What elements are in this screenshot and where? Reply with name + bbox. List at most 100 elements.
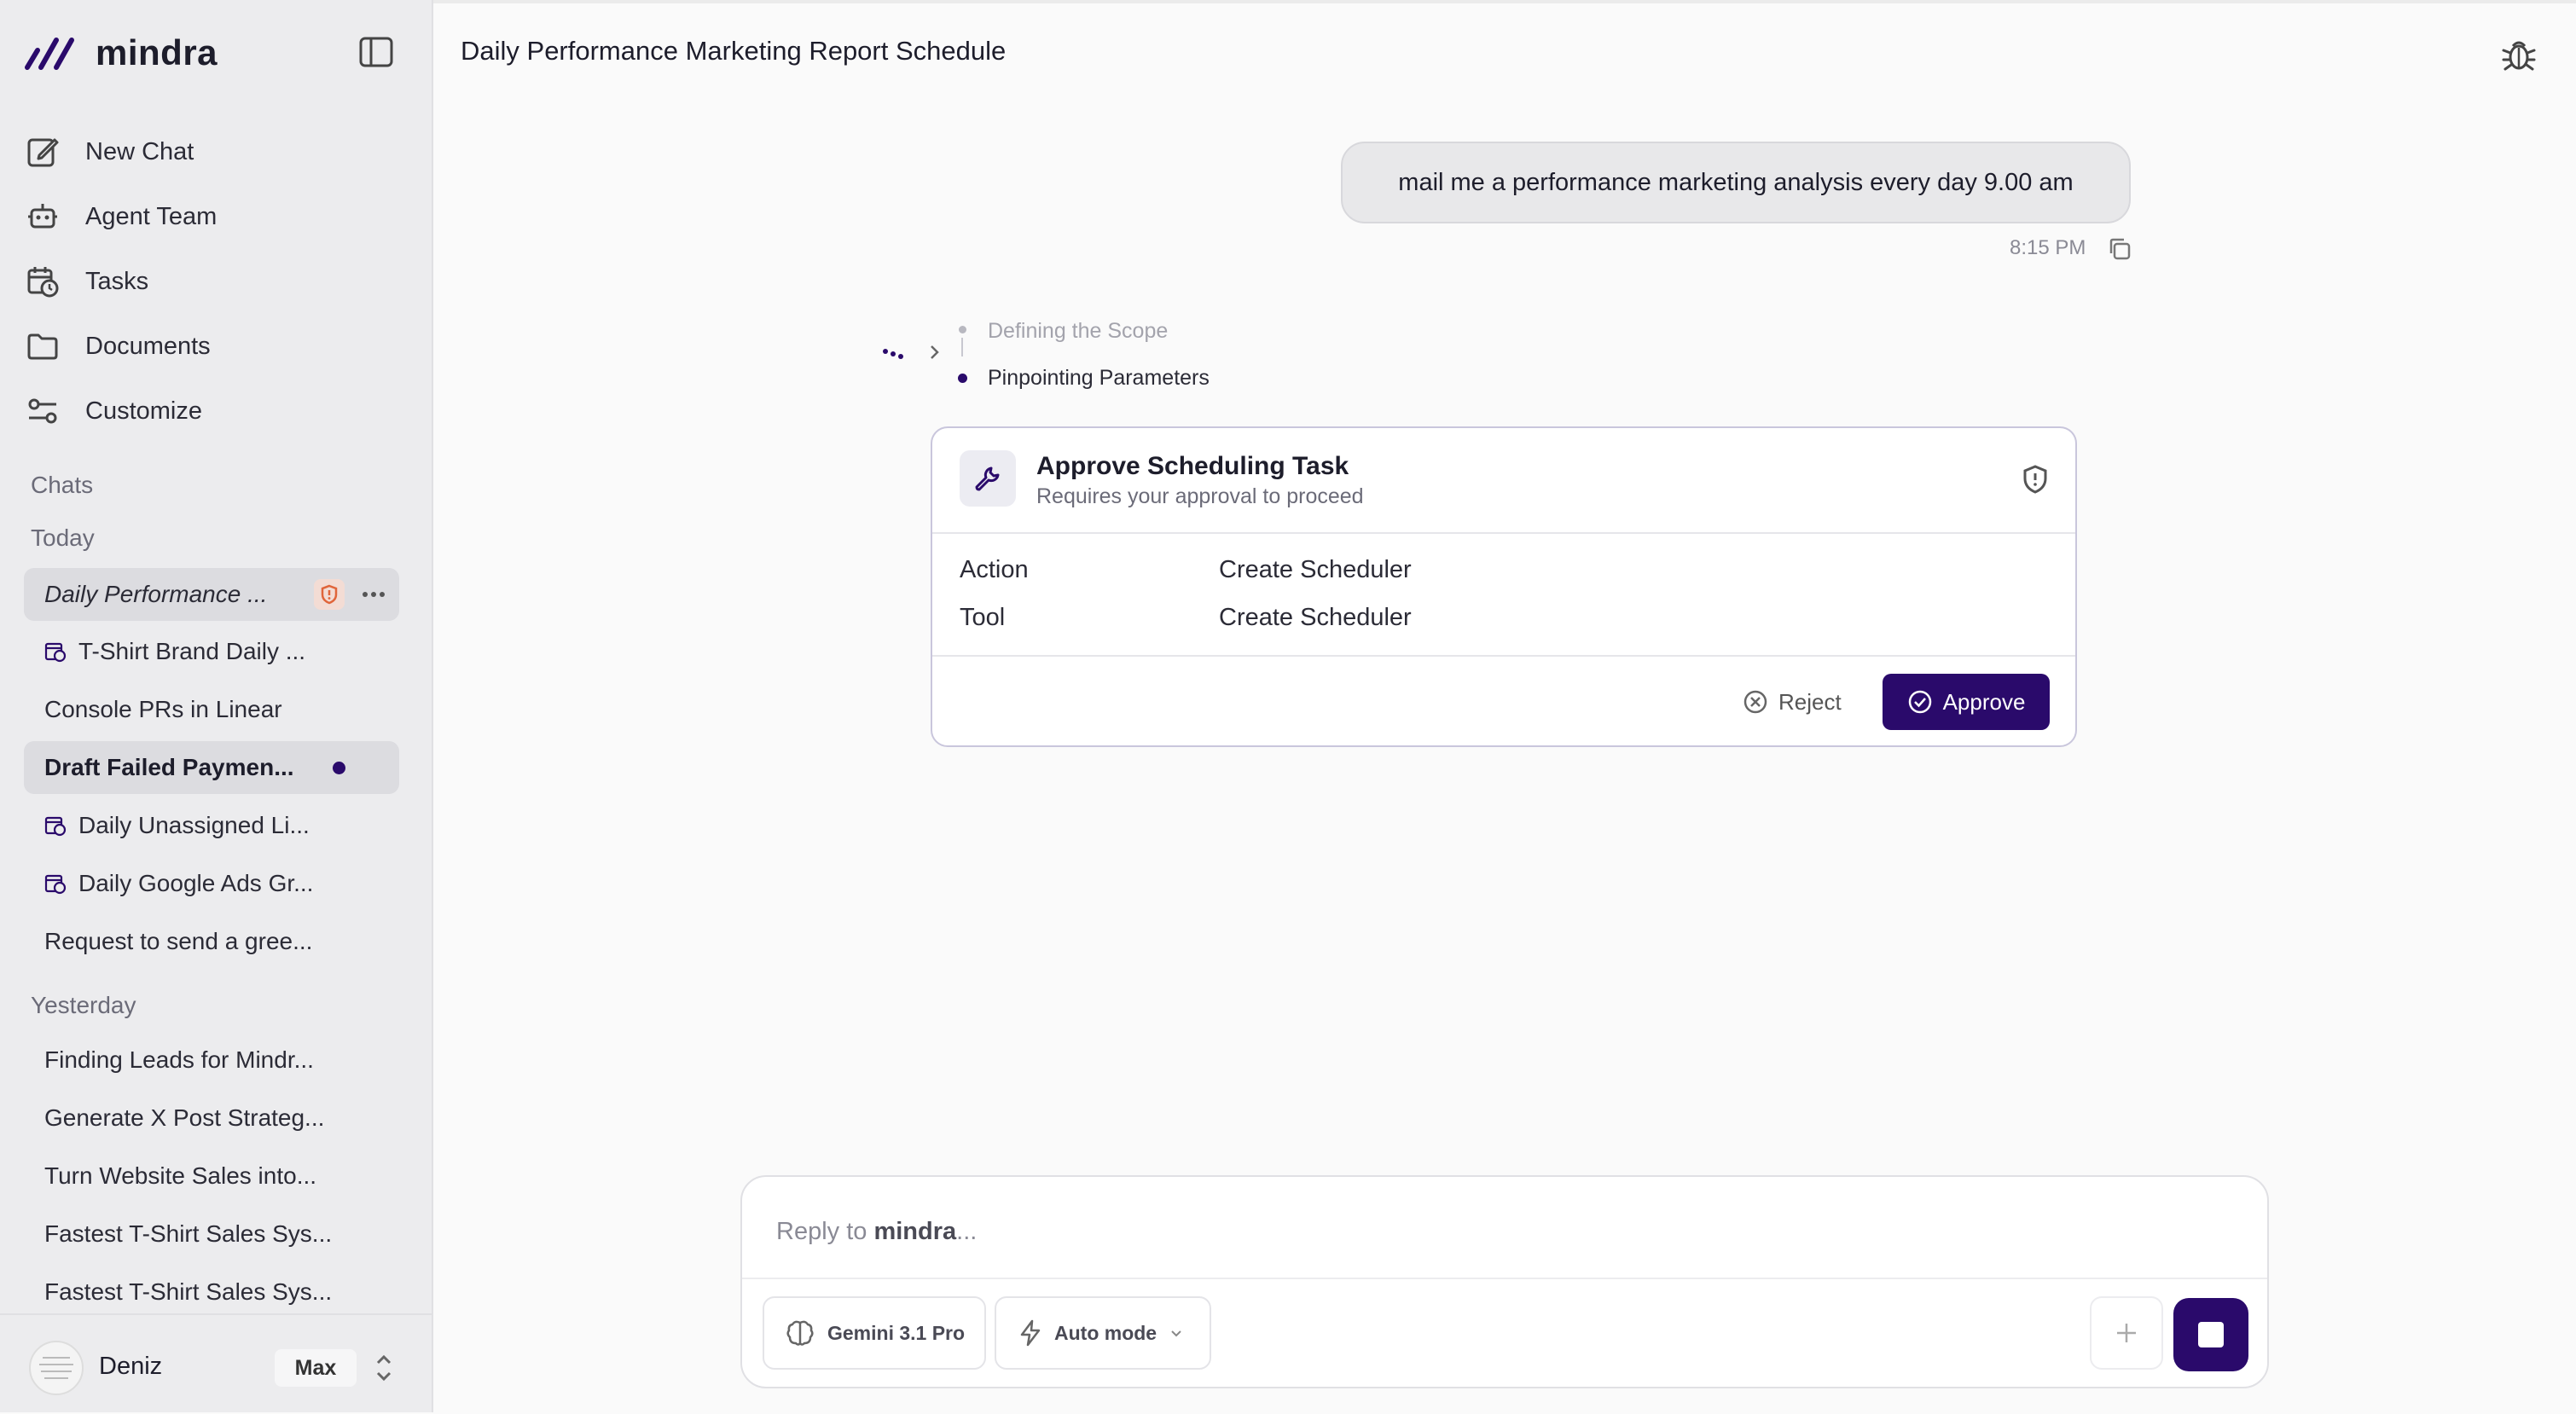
chat-title: Draft Failed Paymen... xyxy=(44,754,294,780)
composer-divider xyxy=(742,1278,2267,1279)
reply-input[interactable]: Reply to mindra... xyxy=(776,1218,977,1246)
nav-tasks[interactable]: Tasks xyxy=(26,249,217,314)
thinking-step-current: Pinpointing Parameters xyxy=(988,366,1210,390)
scheduled-task-icon xyxy=(44,642,67,663)
user-name: Deniz xyxy=(99,1353,163,1380)
reject-button[interactable]: Reject xyxy=(1743,682,1842,721)
approval-card: Approve Scheduling Task Requires your ap… xyxy=(931,426,2077,747)
nav-new-chat[interactable]: New Chat xyxy=(26,119,217,184)
sidebar-toggle-icon[interactable] xyxy=(358,36,394,68)
chevron-up-down-icon xyxy=(376,1354,392,1382)
mode-label: Auto mode xyxy=(1054,1321,1157,1344)
bug-report-icon[interactable] xyxy=(2499,34,2538,73)
wrench-icon xyxy=(975,467,1000,491)
folder-icon xyxy=(27,333,58,360)
chat-item[interactable]: Console PRs in Linear xyxy=(24,683,399,736)
nav-customize[interactable]: Customize xyxy=(26,379,217,443)
chevron-down-icon xyxy=(1171,1330,1181,1337)
yesterday-heading: Yesterday xyxy=(31,992,136,1018)
scheduled-task-icon xyxy=(44,874,67,895)
chat-item-active[interactable]: Daily Performance ... xyxy=(24,568,399,621)
chat-title: Daily Performance ... xyxy=(44,581,268,607)
avatar xyxy=(29,1341,84,1395)
mindra-logo-icon xyxy=(25,38,74,70)
scheduled-task-icon xyxy=(44,816,67,837)
plus-icon xyxy=(2117,1324,2136,1342)
chat-item[interactable]: Daily Google Ads Gr... xyxy=(24,857,399,910)
x-circle-icon xyxy=(1743,690,1767,714)
bolt-icon xyxy=(1020,1319,1041,1347)
chat-item[interactable]: Finding Leads for Mindr... xyxy=(24,1034,399,1087)
chat-item[interactable]: Turn Website Sales into... xyxy=(24,1150,399,1202)
unread-dot xyxy=(333,762,345,774)
chat-title: Finding Leads for Mindr... xyxy=(44,1046,314,1073)
thinking-step: Defining the Scope xyxy=(988,319,1169,343)
user-message-bubble: mail me a performance marketing analysis… xyxy=(1341,142,2131,223)
user-menu[interactable]: Deniz Max xyxy=(0,1313,432,1414)
mode-selector[interactable]: Auto mode xyxy=(995,1296,1211,1370)
nav-label: Documents xyxy=(85,332,211,360)
today-heading: Today xyxy=(31,524,95,551)
nav-label: Tasks xyxy=(85,267,149,295)
main-nav: New Chat Agent Team Tasks Documents Cust… xyxy=(26,119,217,443)
approval-subtitle: Requires your approval to proceed xyxy=(1036,484,1364,508)
chat-item[interactable]: Fastest T-Shirt Sales Sys... xyxy=(24,1266,399,1318)
approval-row-value: Create Scheduler xyxy=(1219,556,1412,583)
chat-title: Turn Website Sales into... xyxy=(44,1162,317,1189)
plan-badge: Max xyxy=(275,1349,357,1387)
brain-icon xyxy=(786,1320,814,1346)
app-name: mindra xyxy=(96,32,218,72)
nav-label: New Chat xyxy=(85,137,194,165)
approval-row-key: Tool xyxy=(960,604,1006,631)
pending-approval-badge xyxy=(314,579,345,610)
approval-row-key: Action xyxy=(960,556,1029,583)
approve-label: Approve xyxy=(1942,688,2026,715)
chat-item-unread[interactable]: Draft Failed Paymen... xyxy=(24,741,399,794)
nav-agent-team[interactable]: Agent Team xyxy=(26,184,217,249)
nav-documents[interactable]: Documents xyxy=(26,314,217,379)
sidebar: mindra New Chat Agent Team Tasks Documen… xyxy=(0,0,433,1412)
check-circle-icon xyxy=(1908,690,1931,714)
approval-divider xyxy=(932,655,2075,657)
chat-title: Fastest T-Shirt Sales Sys... xyxy=(44,1220,333,1247)
approval-card-header: Approve Scheduling Task Requires your ap… xyxy=(932,428,2075,534)
chat-title: Daily Google Ads Gr... xyxy=(78,870,314,896)
step-dot-current xyxy=(958,374,967,383)
nav-label: Customize xyxy=(85,397,202,425)
more-options-icon[interactable] xyxy=(358,582,389,607)
chat-item[interactable]: Fastest T-Shirt Sales Sys... xyxy=(24,1208,399,1260)
chat-title: Generate X Post Strateg... xyxy=(44,1104,325,1131)
approve-button[interactable]: Approve xyxy=(1883,674,2050,730)
message-composer: Reply to mindra... Gemini 3.1 Pro Auto m… xyxy=(740,1175,2269,1388)
chat-title: T-Shirt Brand Daily ... xyxy=(78,638,306,664)
reject-label: Reject xyxy=(1778,688,1842,715)
step-dot xyxy=(959,326,966,333)
conversation-title: Daily Performance Marketing Report Sched… xyxy=(461,36,1007,66)
sliders-icon xyxy=(28,398,57,424)
chat-title: Console PRs in Linear xyxy=(44,696,282,722)
model-selector[interactable]: Gemini 3.1 Pro xyxy=(763,1296,986,1370)
tool-icon-box xyxy=(960,450,1016,507)
thinking-indicator-icon xyxy=(882,338,908,371)
chat-title: Fastest T-Shirt Sales Sys... xyxy=(44,1278,333,1305)
attach-button[interactable] xyxy=(2090,1296,2163,1370)
approval-row-value: Create Scheduler xyxy=(1219,604,1412,631)
nav-label: Agent Team xyxy=(85,202,218,230)
shield-alert-icon xyxy=(2023,465,2047,494)
step-connector xyxy=(961,338,963,356)
robot-icon xyxy=(28,204,57,229)
message-timestamp: 8:15 PM xyxy=(2010,236,2086,259)
chat-item[interactable]: Request to send a gree... xyxy=(24,915,399,968)
calendar-clock-icon xyxy=(27,267,59,298)
stop-icon xyxy=(2198,1322,2224,1347)
chat-item[interactable]: Generate X Post Strateg... xyxy=(24,1092,399,1145)
stop-button[interactable] xyxy=(2173,1298,2248,1371)
chats-heading: Chats xyxy=(31,472,94,498)
chevron-right-icon[interactable] xyxy=(928,341,942,363)
chat-item[interactable]: T-Shirt Brand Daily ... xyxy=(24,625,399,678)
approval-title: Approve Scheduling Task xyxy=(1036,452,1349,480)
brand[interactable]: mindra xyxy=(24,29,218,77)
chat-item[interactable]: Daily Unassigned Li... xyxy=(24,799,399,852)
chat-title: Daily Unassigned Li... xyxy=(78,812,310,838)
copy-icon[interactable] xyxy=(2107,236,2132,262)
